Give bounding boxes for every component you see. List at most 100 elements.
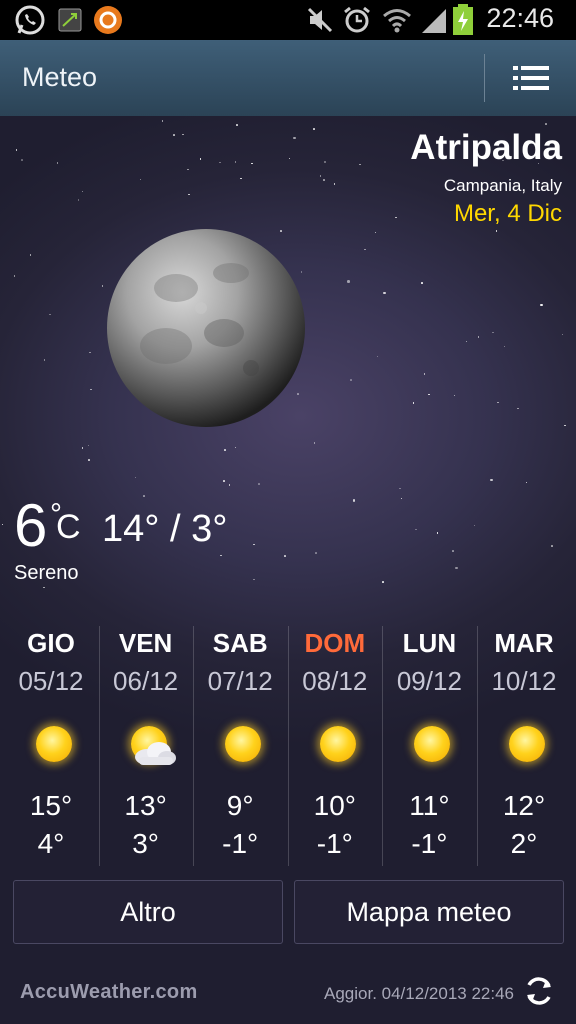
avast-icon[interactable] — [92, 4, 124, 36]
forecast-high: 12° — [502, 790, 546, 821]
last-updated: Aggior. 04/12/2013 22:46 — [324, 984, 514, 1003]
star — [415, 528, 417, 530]
star — [188, 193, 190, 196]
star — [56, 162, 59, 164]
forecast-day[interactable]: DOM 08/12 10° -1° — [288, 622, 382, 866]
network-3g-icon — [58, 8, 82, 32]
status-bar: 22:46 — [0, 0, 576, 40]
forecast-day[interactable]: SAB 07/12 9° -1° — [193, 622, 287, 866]
star — [253, 543, 255, 546]
menu-list-icon — [513, 66, 549, 90]
star — [517, 407, 519, 410]
star — [333, 183, 336, 185]
forecast-day[interactable]: VEN 06/12 13° 3° — [99, 622, 193, 866]
forecast-low: -1° — [316, 828, 353, 859]
whatsapp-icon[interactable] — [14, 4, 46, 36]
star — [240, 177, 242, 180]
forecast-low: -1° — [411, 828, 448, 859]
star — [236, 124, 238, 126]
forecast-high: 10° — [313, 790, 356, 821]
forecast-day-name: SAB — [212, 628, 268, 658]
star — [395, 216, 397, 219]
forecast-day[interactable]: LUN 09/12 11° -1° — [382, 622, 476, 866]
forecast-date: 09/12 — [396, 666, 462, 696]
weather-map-button[interactable]: Mappa meteo — [294, 880, 564, 944]
star — [399, 487, 401, 490]
star — [364, 248, 366, 251]
forecast-day-name: GIO — [27, 628, 75, 658]
star — [383, 291, 386, 295]
star — [88, 459, 90, 461]
mute-icon — [307, 7, 333, 33]
more-button[interactable]: Altro — [13, 880, 283, 944]
forecast-day-name: DOM — [304, 628, 366, 658]
forecast-low: 4° — [37, 828, 65, 859]
forecast-separator — [98, 626, 100, 866]
battery-charging-icon — [453, 4, 473, 35]
star — [315, 552, 317, 554]
forecast-day[interactable]: GIO 05/12 15° 4° — [4, 622, 98, 866]
region-name: Campania, Italy — [443, 176, 562, 195]
forecast-date: 08/12 — [302, 666, 368, 696]
forecast-low: -1° — [222, 828, 259, 859]
sunny-icon — [503, 720, 551, 768]
forecast-low: 3° — [132, 828, 159, 859]
star — [319, 175, 322, 177]
forecast-date: 06/12 — [113, 666, 179, 696]
app-title: Meteo — [22, 62, 98, 92]
forecast-separator — [382, 626, 384, 866]
star — [15, 149, 18, 151]
current-temperature: 6 — [14, 492, 48, 559]
star — [428, 393, 430, 396]
star — [81, 447, 84, 449]
sunny-icon — [314, 720, 362, 768]
star — [382, 581, 384, 583]
accuweather-logo[interactable]: AccuWeather.com — [20, 981, 198, 1004]
condition-text: Sereno — [14, 562, 79, 584]
action-bar: Meteo — [0, 40, 576, 116]
star — [253, 578, 255, 581]
star — [43, 359, 46, 361]
star — [143, 495, 145, 497]
forecast-low: 2° — [510, 828, 538, 859]
star — [423, 373, 426, 375]
moon-clear-night-icon — [107, 229, 305, 427]
forecast-day-name: VEN — [118, 628, 173, 658]
star — [223, 480, 225, 482]
star — [540, 303, 543, 306]
alarm-icon — [344, 6, 370, 33]
high-low-temperature: 14° / 3° — [102, 508, 228, 550]
forecast-separator — [477, 626, 478, 866]
star — [49, 313, 51, 316]
menu-button[interactable] — [500, 54, 564, 102]
star — [199, 158, 202, 160]
star — [224, 449, 226, 451]
partly-cloudy-icon — [125, 720, 176, 768]
forecast-separator — [287, 626, 289, 866]
city-name: Atripalda — [410, 128, 562, 167]
star — [545, 123, 547, 125]
star — [412, 402, 415, 404]
star — [284, 555, 286, 557]
wifi-icon — [383, 9, 411, 33]
clock: 22:46 — [486, 3, 554, 33]
star — [21, 159, 23, 161]
refresh-icon[interactable] — [522, 974, 556, 1008]
star — [421, 282, 423, 284]
star — [173, 134, 175, 136]
action-bar-divider — [484, 54, 485, 102]
signal-icon — [422, 9, 446, 33]
star — [29, 254, 32, 256]
star — [347, 280, 350, 283]
forecast-day-name: LUN — [402, 628, 457, 658]
sunny-icon — [30, 720, 78, 768]
sunny-icon — [219, 720, 267, 768]
forecast-separator — [193, 626, 195, 866]
forecast-date: 07/12 — [207, 666, 273, 696]
forecast-day[interactable]: MAR 10/12 12° 2° — [477, 622, 571, 866]
star — [452, 550, 454, 552]
star — [258, 483, 260, 485]
star — [101, 285, 104, 287]
current-date: Mer, 4 Dic — [453, 200, 562, 227]
star — [350, 379, 352, 381]
